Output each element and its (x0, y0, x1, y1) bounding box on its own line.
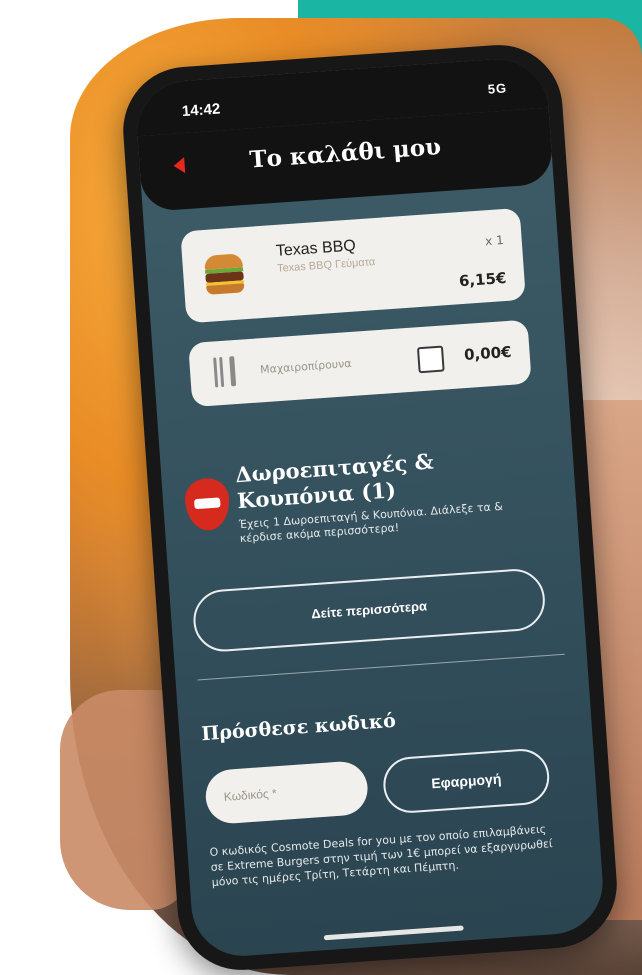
apply-code-button[interactable]: Εφαρμογή (381, 747, 552, 815)
cutlery-price: 0,00€ (463, 342, 513, 365)
cutlery-icon (211, 356, 239, 388)
see-more-button[interactable]: Δείτε περισσότερα (191, 567, 547, 654)
home-indicator[interactable] (323, 925, 464, 941)
burger-icon (204, 253, 245, 296)
cutlery-card: Μαχαιροπίρουνα 0,00€ (188, 319, 532, 408)
status-time: 14:42 (181, 100, 221, 121)
promo-code-heading: Πρόσθεσε κωδικό (200, 709, 397, 746)
divider (197, 653, 565, 681)
cutlery-checkbox[interactable] (416, 345, 445, 374)
phone-device: 14:42 5G Το καλάθι μου Texas BBQ Texas B… (118, 40, 622, 975)
cutlery-label: Μαχαιροπίρουνα (259, 356, 352, 377)
coupon-badge-icon (183, 476, 232, 532)
cart-item-card[interactable]: Texas BBQ Texas BBQ Γεύματα x 1 6,15€ (180, 207, 526, 324)
signal-indicator: 5G (487, 80, 508, 97)
cart-item-quantity: x 1 (484, 233, 505, 249)
page-title: Το καλάθι μου (248, 133, 442, 174)
promo-code-note: Ο κωδικός Cosmote Deals for you με τον ο… (209, 822, 554, 889)
cart-item-price: 6,15€ (458, 268, 507, 291)
promo-code-input[interactable] (203, 759, 370, 826)
phone-screen: 14:42 5G Το καλάθι μου Texas BBQ Texas B… (133, 55, 607, 960)
